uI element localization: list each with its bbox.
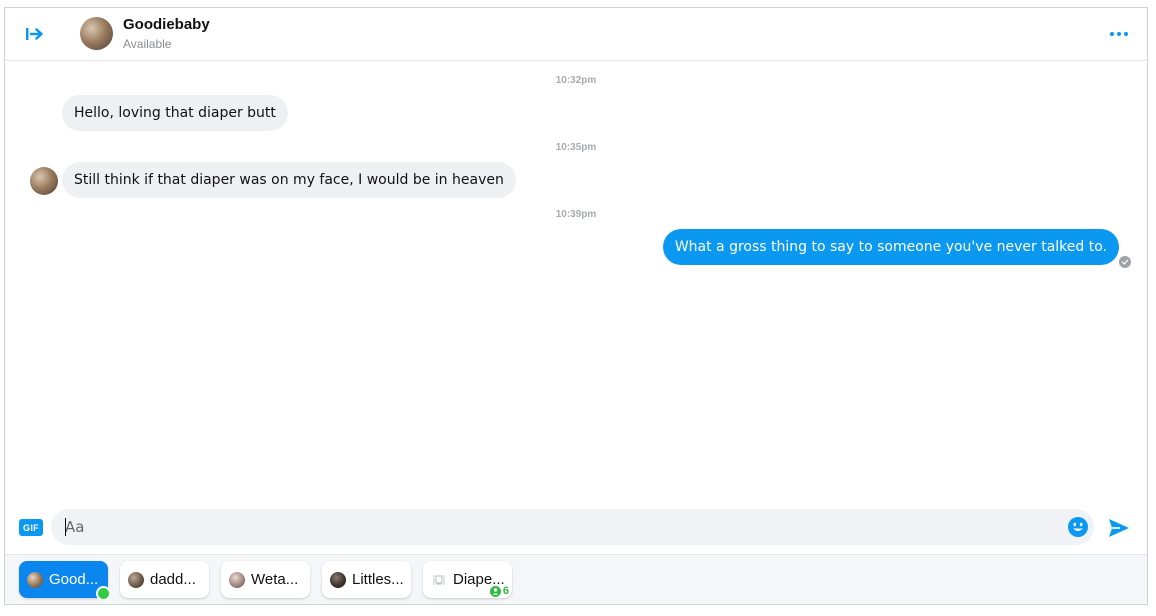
tab-avatar [27, 571, 43, 588]
message-input[interactable] [65, 509, 1045, 545]
message-input-container[interactable] [51, 509, 1094, 545]
gif-button[interactable]: GIF [19, 519, 43, 536]
person-icon [489, 585, 501, 597]
emoji-button[interactable] [1066, 515, 1090, 539]
chat-tab-goodiebaby[interactable]: Good... [19, 561, 111, 601]
tab-label: Littles... [352, 571, 404, 588]
text-caret [65, 518, 66, 536]
seen-check-icon [1119, 256, 1131, 268]
member-count: 6 [502, 585, 509, 597]
message-composer: GIF [5, 504, 1147, 556]
chat-window: Goodiebaby Available 10:32pm Hello, lovi… [4, 7, 1148, 605]
message-timestamp: 10:35pm [555, 142, 597, 153]
message-list[interactable]: 10:32pm Hello, loving that diaper butt 1… [5, 61, 1147, 503]
chat-tabs-bar: Good... dadd... Weta... Littles... Diape… [5, 554, 1147, 604]
contact-avatar[interactable] [80, 17, 113, 50]
send-button[interactable] [1106, 516, 1132, 540]
chat-tab-littles[interactable]: Littles... [322, 561, 411, 598]
arrow-exit-icon [26, 28, 43, 40]
contact-status: Available [123, 37, 172, 51]
group-avatar-icon [431, 571, 447, 588]
online-status-dot [96, 586, 111, 601]
send-icon [1109, 519, 1129, 537]
chat-tab-daddy[interactable]: dadd... [120, 561, 209, 598]
chat-tab-diaper-group[interactable]: Diape... 6 [423, 561, 512, 598]
chat-tab-weta[interactable]: Weta... [221, 561, 310, 598]
tab-label: dadd... [150, 571, 196, 588]
more-options-button[interactable] [1105, 22, 1133, 46]
smiley-icon [1068, 517, 1088, 537]
tab-label: Weta... [251, 571, 299, 588]
tab-avatar [229, 571, 245, 588]
message-timestamp: 10:32pm [555, 75, 597, 86]
sender-avatar[interactable] [30, 167, 58, 195]
chat-header: Goodiebaby Available [5, 8, 1147, 61]
tab-avatar [128, 571, 144, 588]
exit-chat-button[interactable] [19, 20, 51, 48]
outgoing-message[interactable]: What a gross thing to say to someone you… [662, 229, 1119, 265]
more-dots-icon [1110, 32, 1128, 36]
group-member-count: 6 [489, 585, 509, 597]
incoming-message[interactable]: Still think if that diaper was on my fac… [62, 162, 516, 198]
contact-name[interactable]: Goodiebaby [123, 16, 210, 33]
tab-label: Good... [49, 571, 99, 588]
tab-avatar [330, 571, 346, 588]
message-timestamp: 10:39pm [555, 209, 597, 220]
incoming-message[interactable]: Hello, loving that diaper butt [62, 95, 288, 131]
